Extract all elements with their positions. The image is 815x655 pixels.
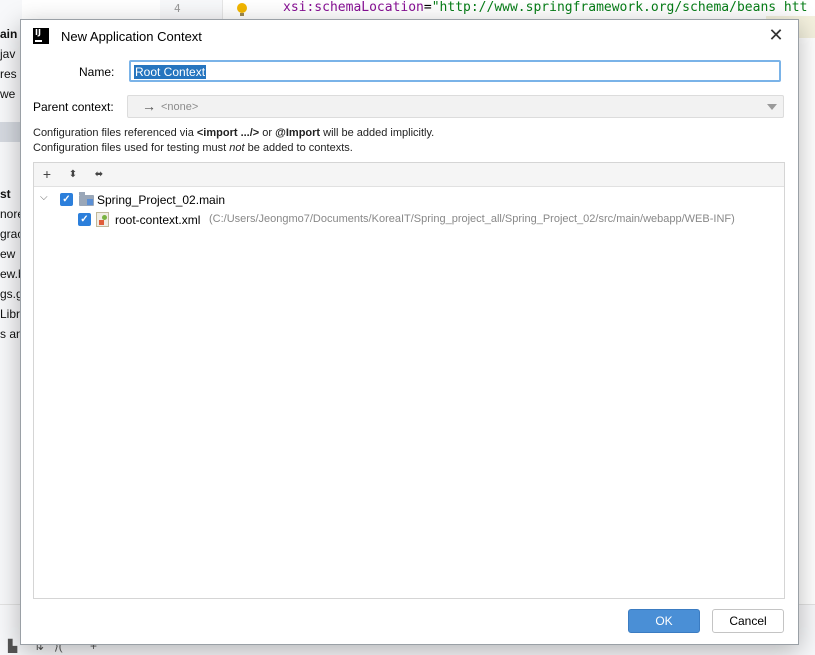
info-text: be added to contexts.: [244, 142, 353, 154]
info-code: @Import: [275, 127, 321, 139]
project-item[interactable]: res: [0, 67, 17, 81]
info-text: or: [259, 127, 276, 139]
selected-row-highlight: [0, 122, 22, 142]
info-text: Configuration files used for testing mus…: [33, 142, 230, 154]
tool-icon[interactable]: ▙: [8, 639, 17, 653]
project-item[interactable]: ew: [0, 247, 15, 261]
name-label: Name:: [79, 65, 115, 79]
cancel-button[interactable]: Cancel: [712, 609, 784, 633]
project-panel: ain jav res we st nore grac ew ew.b gs.g…: [0, 0, 27, 654]
name-input[interactable]: Root Context: [129, 60, 781, 82]
lightbulb-icon[interactable]: [237, 3, 247, 16]
tree-node-file[interactable]: ✓ root-context.xml (C:/Users/Jeongmo7/Do…: [34, 210, 784, 230]
code-string: "http://www.springframework.org/schema/b…: [431, 0, 808, 15]
parent-context-select[interactable]: → <none>: [127, 95, 784, 118]
info-emphasis: not: [229, 142, 245, 154]
parent-context-label: Parent context:: [33, 100, 114, 114]
spring-xml-icon: [96, 212, 109, 227]
info-text: will be added implicitly.: [320, 127, 435, 139]
parent-context-value: <none>: [161, 101, 199, 113]
file-label: root-context.xml: [115, 213, 201, 227]
name-input-value: Root Context: [134, 65, 207, 79]
info-text: Configuration files referenced via: [33, 127, 197, 139]
module-checkbox[interactable]: ✓: [60, 193, 73, 206]
file-checkbox[interactable]: ✓: [78, 213, 91, 226]
info-code: <import .../>: [196, 127, 260, 139]
chevron-down-icon: [767, 104, 777, 110]
arrow-right-icon: →: [142, 98, 156, 114]
dialog-titlebar[interactable]: IJ New Application Context ✕: [21, 20, 798, 52]
dialog-title: New Application Context: [61, 29, 202, 44]
expand-all-icon[interactable]: ⬍: [64, 166, 82, 183]
project-item[interactable]: we: [0, 87, 15, 101]
line-number: 4: [174, 2, 181, 15]
project-item[interactable]: ain: [0, 27, 17, 41]
module-label: Spring_Project_02.main: [97, 193, 226, 207]
file-path: (C:/Users/Jeongmo7/Documents/KoreaIT/Spr…: [209, 213, 735, 225]
tree-node-module[interactable]: ⌵ ✓ Spring_Project_02.main: [34, 190, 784, 210]
collapse-all-icon[interactable]: ⬌: [90, 166, 108, 183]
module-folder-icon: [79, 192, 94, 206]
close-icon[interactable]: ✕: [765, 24, 787, 46]
project-item[interactable]: jav: [0, 47, 15, 61]
project-item[interactable]: st: [0, 187, 11, 201]
config-files-panel: + ⬍ ⬌ ⌵ ✓ Spring_Project_02.main ✓ root-…: [33, 162, 785, 599]
new-application-context-dialog: IJ New Application Context ✕ Name: Root …: [20, 19, 799, 645]
code-attribute: xsi:schemaLocation: [283, 0, 424, 15]
add-icon[interactable]: +: [38, 166, 56, 183]
ok-button[interactable]: OK: [628, 609, 700, 633]
code-line: xsi:schemaLocation="http://www.springfra…: [283, 0, 807, 15]
info-text-testing: Configuration files used for testing mus…: [33, 142, 353, 154]
code-equals: =: [423, 0, 432, 15]
chevron-down-icon[interactable]: ⌵: [40, 192, 48, 203]
tree-toolbar: + ⬍ ⬌: [34, 163, 784, 187]
intellij-app-icon: IJ: [33, 28, 49, 44]
info-text-import: Configuration files referenced via <impo…: [33, 127, 434, 139]
